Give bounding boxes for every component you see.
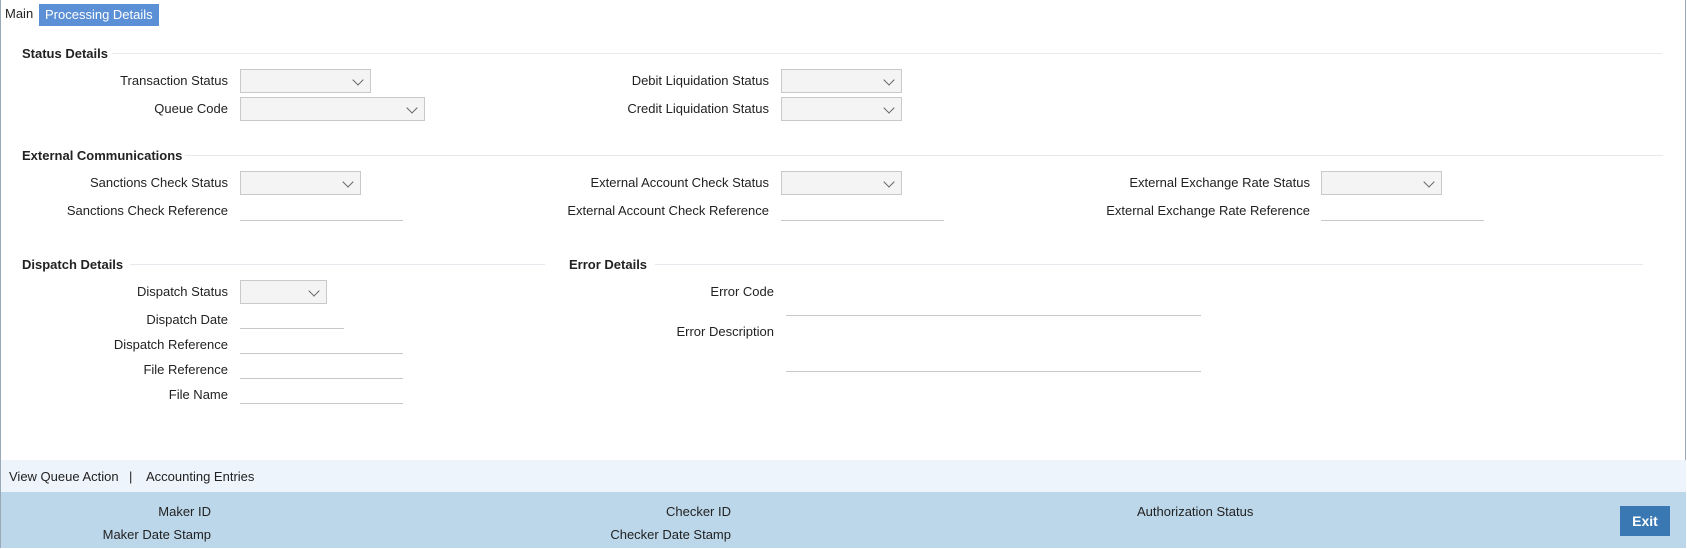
file-name-label: File Name (168, 387, 228, 402)
external-account-check-reference-field[interactable] (781, 199, 944, 221)
debit-liquidation-status-select[interactable] (781, 69, 902, 93)
action-separator: | (129, 469, 133, 484)
exit-button[interactable]: Exit (1620, 506, 1670, 536)
credit-liquidation-status-label: Credit Liquidation Status (627, 101, 769, 116)
status-details-title: Status Details (22, 46, 108, 61)
dispatch-details-divider (130, 264, 545, 265)
external-account-check-reference-label: External Account Check Reference (567, 203, 769, 218)
audit-footer (1, 492, 1686, 548)
chevron-down-icon (308, 285, 320, 297)
chevron-down-icon (342, 176, 354, 188)
file-reference-label: File Reference (143, 362, 228, 377)
sanctions-check-reference-field[interactable] (240, 199, 403, 221)
maker-id-label: Maker ID (158, 504, 211, 519)
error-code-label: Error Code (710, 284, 774, 299)
error-description-field[interactable] (786, 350, 1201, 372)
chevron-down-icon (406, 102, 418, 114)
external-exchange-rate-status-label: External Exchange Rate Status (1129, 175, 1310, 190)
chevron-down-icon (883, 102, 895, 114)
external-account-check-status-select[interactable] (781, 171, 902, 195)
external-exchange-rate-reference-label: External Exchange Rate Reference (1106, 203, 1310, 218)
external-account-check-status-label: External Account Check Status (590, 175, 769, 190)
sanctions-check-status-label: Sanctions Check Status (89, 175, 228, 190)
sanctions-check-status-select[interactable] (240, 171, 361, 195)
chevron-down-icon (1423, 176, 1435, 188)
sanctions-check-reference-label: Sanctions Check Reference (66, 203, 228, 218)
dispatch-details-title: Dispatch Details (22, 257, 124, 272)
tab-main[interactable]: Main (5, 6, 33, 21)
dispatch-reference-label: Dispatch Reference (113, 337, 228, 352)
external-exchange-rate-reference-field[interactable] (1321, 199, 1484, 221)
transaction-status-select[interactable] (240, 69, 371, 93)
dispatch-date-label: Dispatch Date (146, 312, 228, 327)
external-exchange-rate-status-select[interactable] (1321, 171, 1442, 195)
dispatch-status-label: Dispatch Status (136, 284, 228, 299)
chevron-down-icon (352, 74, 364, 86)
dispatch-status-select[interactable] (240, 280, 327, 304)
debit-liquidation-status-label: Debit Liquidation Status (631, 73, 769, 88)
error-details-divider (655, 264, 1643, 265)
dispatch-reference-field[interactable] (240, 332, 403, 354)
queue-code-select[interactable] (240, 97, 425, 121)
maker-date-stamp-label: Maker Date Stamp (102, 527, 211, 542)
view-queue-action-link[interactable]: View Queue Action (9, 469, 119, 484)
chevron-down-icon (883, 176, 895, 188)
file-name-field[interactable] (240, 382, 403, 404)
authorization-status-label: Authorization Status (1137, 504, 1254, 519)
external-communications-title: External Communications (22, 148, 183, 163)
queue-code-label: Queue Code (154, 101, 228, 116)
error-code-field[interactable] (786, 294, 1201, 316)
checker-id-label: Checker ID (665, 504, 731, 519)
error-description-label: Error Description (676, 324, 774, 339)
external-communications-divider (185, 155, 1663, 156)
transaction-status-label: Transaction Status (120, 73, 228, 88)
accounting-entries-link[interactable]: Accounting Entries (146, 469, 254, 484)
credit-liquidation-status-select[interactable] (781, 97, 902, 121)
chevron-down-icon (883, 74, 895, 86)
checker-date-stamp-label: Checker Date Stamp (610, 527, 731, 542)
status-details-divider (112, 53, 1662, 54)
file-reference-field[interactable] (240, 357, 403, 379)
error-details-title: Error Details (569, 257, 648, 272)
dispatch-date-field[interactable] (240, 307, 344, 329)
tab-processing-details[interactable]: Processing Details (39, 4, 159, 26)
